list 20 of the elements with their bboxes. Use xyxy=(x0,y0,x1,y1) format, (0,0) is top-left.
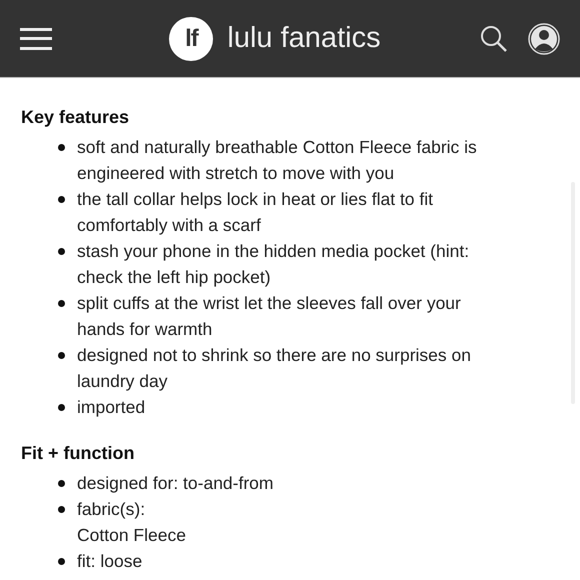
logo[interactable]: lf xyxy=(169,16,214,60)
list-item-text: designed for: to-and-from xyxy=(77,472,274,495)
bullet-icon xyxy=(58,404,65,411)
list-item-text: imported xyxy=(77,396,146,419)
search-icon[interactable] xyxy=(480,24,508,52)
brand-name: lulu fanatics xyxy=(227,22,381,55)
menu-icon[interactable] xyxy=(20,28,52,50)
section-heading: Fit + function xyxy=(21,442,136,465)
bullet-icon xyxy=(58,196,65,203)
bullet-icon xyxy=(58,352,65,359)
section-heading: Key features xyxy=(21,106,130,129)
bullet-icon xyxy=(58,248,65,255)
bullet-icon xyxy=(58,144,65,151)
user-avatar-icon[interactable] xyxy=(528,22,560,54)
bullet-icon xyxy=(58,506,65,513)
list-item-text: fit: loose xyxy=(77,550,142,573)
bullet-icon xyxy=(58,300,65,307)
list-item-text: stash your phone in the hidden media pocket (hint: check the left hip pocket) xyxy=(77,240,470,289)
bullet-icon xyxy=(58,480,65,487)
bullet-icon xyxy=(58,558,65,565)
